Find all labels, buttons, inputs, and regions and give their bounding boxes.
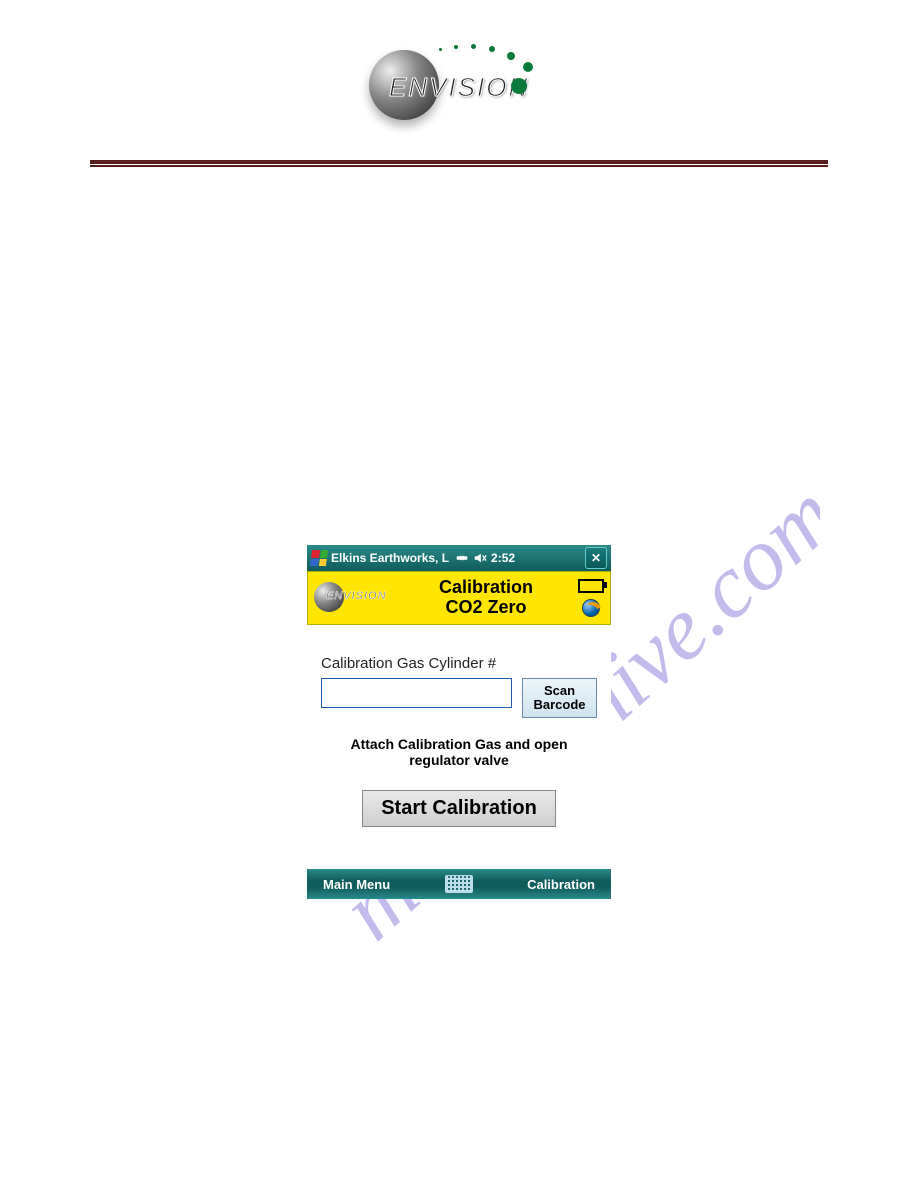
close-button[interactable]: ✕	[585, 547, 607, 569]
scan-barcode-button[interactable]: Scan Barcode	[522, 678, 597, 718]
window-titlebar: Elkins Earthworks, L 2:52 ✕	[307, 545, 611, 571]
header-line1: Calibration	[400, 578, 572, 598]
divider	[90, 160, 828, 165]
main-menu-button[interactable]: Main Menu	[323, 877, 390, 892]
app-header: ENVISION Calibration CO2 Zero	[307, 571, 611, 625]
battery-icon	[578, 579, 604, 593]
volume-icon[interactable]	[473, 551, 487, 565]
envision-logo: ENVISION	[359, 40, 559, 130]
cylinder-label: Calibration Gas Cylinder #	[321, 655, 597, 672]
connectivity-icon[interactable]	[455, 551, 469, 565]
cylinder-input[interactable]	[321, 678, 512, 708]
window-title: Elkins Earthworks, L	[331, 551, 449, 565]
bottom-bar: Main Menu Calibration	[307, 869, 611, 899]
app-logo: ENVISION	[314, 580, 394, 616]
sync-icon[interactable]	[582, 599, 600, 617]
clock: 2:52	[491, 551, 515, 565]
scan-barcode-label: Scan Barcode	[533, 684, 585, 713]
keyboard-icon[interactable]	[445, 875, 473, 893]
logo-text: ENVISION	[389, 72, 529, 103]
header-line2: CO2 Zero	[400, 598, 572, 618]
start-calibration-button[interactable]: Start Calibration	[362, 790, 556, 827]
instruction-text: Attach Calibration Gas and open regulato…	[321, 736, 597, 768]
start-calibration-label: Start Calibration	[381, 797, 537, 819]
calibration-menu-button[interactable]: Calibration	[527, 877, 595, 892]
start-icon[interactable]	[310, 550, 328, 566]
app-screenshot: Elkins Earthworks, L 2:52 ✕ ENVISION Cal…	[307, 545, 611, 899]
